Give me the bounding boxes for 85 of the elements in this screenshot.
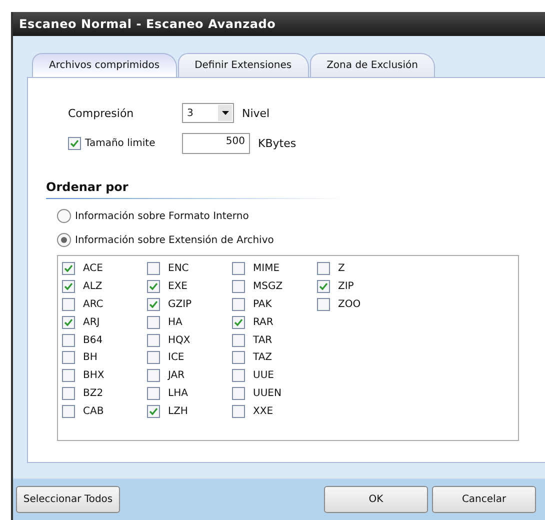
caret-icon xyxy=(222,111,228,115)
extension-label: TAR xyxy=(253,334,272,346)
size-unit-label: KBytes xyxy=(258,136,296,150)
extension-label: HQX xyxy=(168,334,190,346)
extension-label: ACE xyxy=(83,263,103,274)
extension-label: BZ2 xyxy=(83,388,104,399)
extension-label: HA xyxy=(168,316,182,328)
checkbox[interactable] xyxy=(232,369,245,382)
checkbox[interactable] xyxy=(62,262,75,276)
checkbox[interactable] xyxy=(147,316,160,329)
checkbox[interactable] xyxy=(317,280,330,294)
extension-label: PAK xyxy=(253,298,272,310)
checkbox[interactable] xyxy=(232,262,245,276)
checkbox[interactable] xyxy=(147,369,160,382)
radio-button[interactable] xyxy=(57,233,71,247)
checkbox[interactable] xyxy=(62,334,75,347)
extension-label: JAR xyxy=(168,370,185,382)
checkbox[interactable] xyxy=(68,136,81,150)
check-icon xyxy=(234,318,243,327)
extension-label: ZIP xyxy=(338,281,354,292)
extension-label: GZIP xyxy=(168,298,192,310)
checkbox[interactable] xyxy=(62,369,75,382)
extension-label: CAB xyxy=(83,406,104,417)
checkbox[interactable] xyxy=(232,280,245,294)
radio-label: Información sobre Extensión de Archivo xyxy=(75,234,274,246)
checkbox[interactable] xyxy=(147,280,160,294)
tab[interactable]: Definir Extensiones xyxy=(178,53,309,77)
checkbox[interactable] xyxy=(232,404,245,418)
checkbox[interactable] xyxy=(232,351,245,364)
checkbox[interactable] xyxy=(147,404,160,418)
size-field[interactable]: 500 xyxy=(182,132,250,154)
checkbox[interactable] xyxy=(62,404,75,418)
radio-button[interactable] xyxy=(57,209,71,223)
select-all-button[interactable]: Seleccionar Todos xyxy=(16,486,120,513)
level-unit-label: Nivel xyxy=(242,106,270,120)
ok-button[interactable]: OK xyxy=(324,486,428,513)
size-limit-label: Tamaño limite xyxy=(85,138,156,148)
compression-label: Compresión xyxy=(68,106,135,120)
cancel-button[interactable]: Cancelar xyxy=(432,486,536,513)
extension-label: Z xyxy=(338,263,345,274)
check-icon xyxy=(319,282,328,292)
checkbox[interactable] xyxy=(147,351,160,364)
tab[interactable]: Archivos comprimidos xyxy=(32,53,177,77)
radio-label: Información sobre Formato Interno xyxy=(75,210,249,222)
extension-label: TAZ xyxy=(253,352,272,364)
extension-label: ZOO xyxy=(338,298,361,310)
checkbox[interactable] xyxy=(62,298,75,311)
checkbox[interactable] xyxy=(62,280,75,294)
level-dropdown[interactable]: 3 xyxy=(182,103,234,123)
extension-label: MIME xyxy=(253,263,280,274)
extension-label: BH xyxy=(83,352,98,364)
extension-label: UUEN xyxy=(253,388,282,399)
check-icon xyxy=(70,138,79,148)
extension-label: ICE xyxy=(168,352,184,364)
extension-label: BHX xyxy=(83,370,104,382)
extension-label: B64 xyxy=(83,334,103,346)
window-title: Escaneo Normal - Escaneo Avanzado xyxy=(19,17,276,31)
extension-label: ENC xyxy=(168,263,189,274)
checkbox[interactable] xyxy=(147,386,160,400)
checkbox[interactable] xyxy=(147,298,160,311)
tab[interactable]: Zona de Exclusión xyxy=(310,53,435,77)
extension-label: RAR xyxy=(253,316,274,328)
checkbox[interactable] xyxy=(62,351,75,364)
checkbox[interactable] xyxy=(147,262,160,276)
checkbox[interactable] xyxy=(317,262,330,276)
extension-label: ARJ xyxy=(83,316,100,328)
extension-label: EXE xyxy=(168,281,188,292)
extension-label: ARC xyxy=(83,298,104,310)
extension-label: LZH xyxy=(168,406,188,417)
check-icon xyxy=(64,318,73,327)
extension-label: UUE xyxy=(253,370,274,382)
checkbox[interactable] xyxy=(232,298,245,311)
extension-label: MSGZ xyxy=(253,281,283,292)
checkbox[interactable] xyxy=(232,316,245,329)
checkbox[interactable] xyxy=(147,334,160,347)
section-heading: Ordenar por xyxy=(46,180,346,199)
check-icon xyxy=(149,406,158,416)
extension-label: XXE xyxy=(253,406,274,417)
extension-label: ALZ xyxy=(83,281,102,292)
checkbox[interactable] xyxy=(232,386,245,400)
extension-label: LHA xyxy=(168,388,188,399)
checkbox[interactable] xyxy=(62,316,75,329)
checkbox[interactable] xyxy=(317,298,330,311)
checkbox[interactable] xyxy=(232,334,245,347)
checkbox[interactable] xyxy=(62,386,75,400)
